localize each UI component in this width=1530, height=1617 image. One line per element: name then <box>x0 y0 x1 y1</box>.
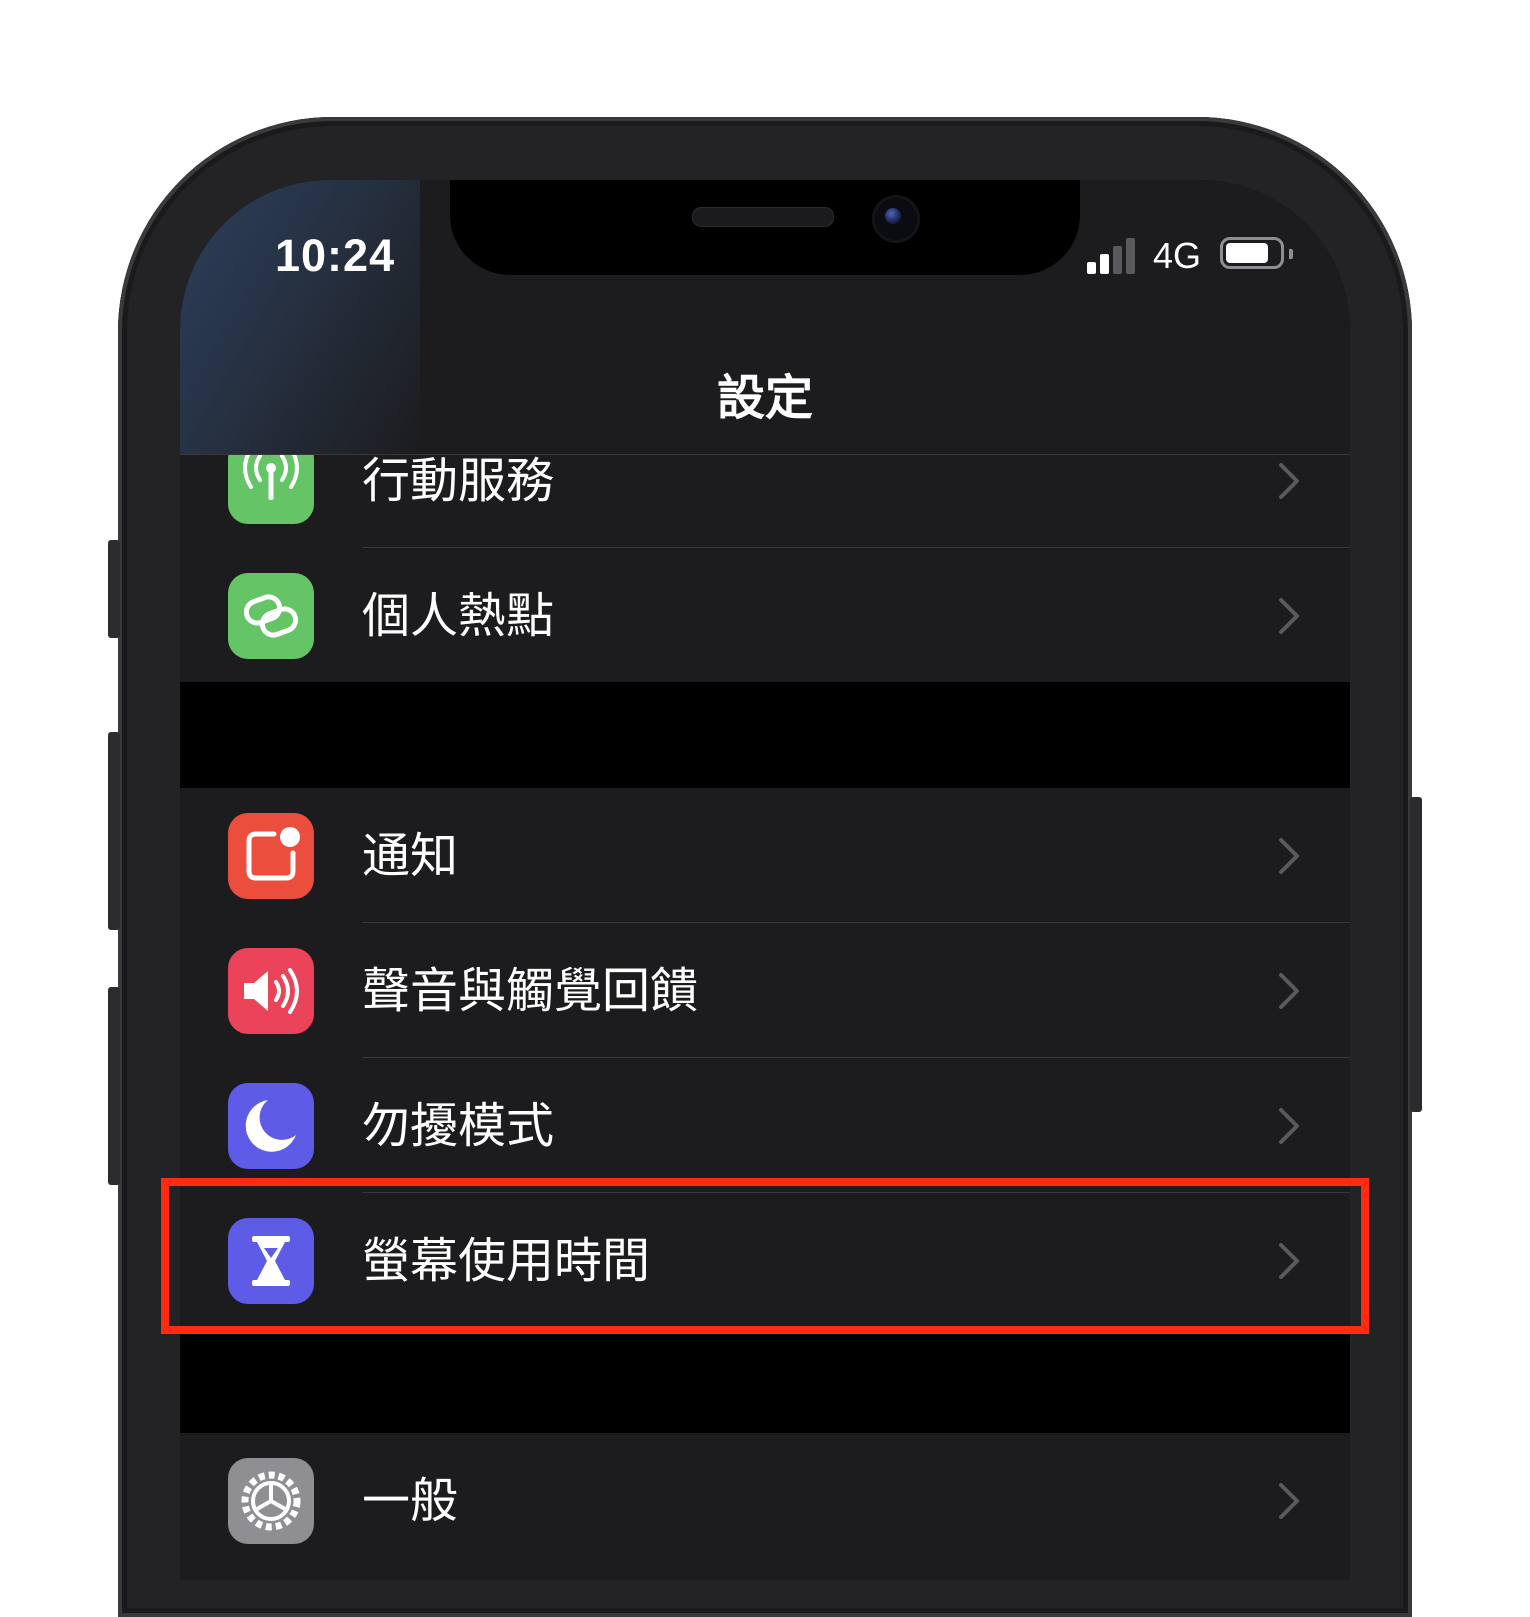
navigation-header: 10:24 4G 設定 <box>180 180 1350 454</box>
battery-icon <box>1220 237 1284 269</box>
settings-row-label: 勿擾模式 <box>362 1098 555 1154</box>
settings-row-label: 行動服務 <box>362 453 555 509</box>
chevron-right-icon <box>1279 1483 1299 1519</box>
chevron-right-icon <box>1279 598 1299 634</box>
battery-tip <box>1289 249 1293 259</box>
settings-row-label: 個人熱點 <box>362 588 555 644</box>
header-divider <box>180 454 1350 455</box>
network-type: 4G <box>1153 235 1202 276</box>
highlight-box <box>161 1178 1369 1334</box>
power-button <box>1410 797 1422 1112</box>
volume-up-button <box>108 732 120 930</box>
front-camera-icon <box>872 195 920 243</box>
earpiece-speaker <box>692 207 834 227</box>
settings-row-do-not-disturb[interactable]: 勿擾模式 <box>180 1058 1350 1193</box>
speaker-icon <box>228 948 314 1034</box>
settings-row-sounds[interactable]: 聲音與觸覺回饋 <box>180 923 1350 1058</box>
chevron-right-icon <box>1279 973 1299 1009</box>
status-time: 10:24 <box>275 230 396 281</box>
settings-row-label: 一般 <box>362 1473 459 1529</box>
volume-down-button <box>108 987 120 1185</box>
notch <box>450 180 1080 275</box>
moon-icon <box>228 1083 314 1169</box>
settings-group-general: 一般 <box>180 1433 1350 1580</box>
settings-row-hotspot[interactable]: 個人熱點 <box>180 548 1350 683</box>
chevron-right-icon <box>1279 1108 1299 1144</box>
page-title: 設定 <box>716 370 813 426</box>
chevron-right-icon <box>1279 838 1299 874</box>
chevron-right-icon <box>1279 463 1299 499</box>
gear-icon <box>228 1458 314 1544</box>
phone-screen: 行動服務 個人熱點 通知 聲音與觸覺回饋 勿擾模式 螢幕使用時間 一般 10:2… <box>180 180 1350 1580</box>
notification-icon <box>228 813 314 899</box>
settings-row-label: 聲音與觸覺回饋 <box>362 963 699 1019</box>
signal-strength-icon <box>1087 238 1139 274</box>
hotspot-link-icon <box>228 573 314 659</box>
settings-row-notifications[interactable]: 通知 <box>180 788 1350 923</box>
settings-row-general[interactable]: 一般 <box>180 1433 1350 1568</box>
settings-row-label: 通知 <box>362 828 459 884</box>
silent-switch <box>108 540 120 638</box>
